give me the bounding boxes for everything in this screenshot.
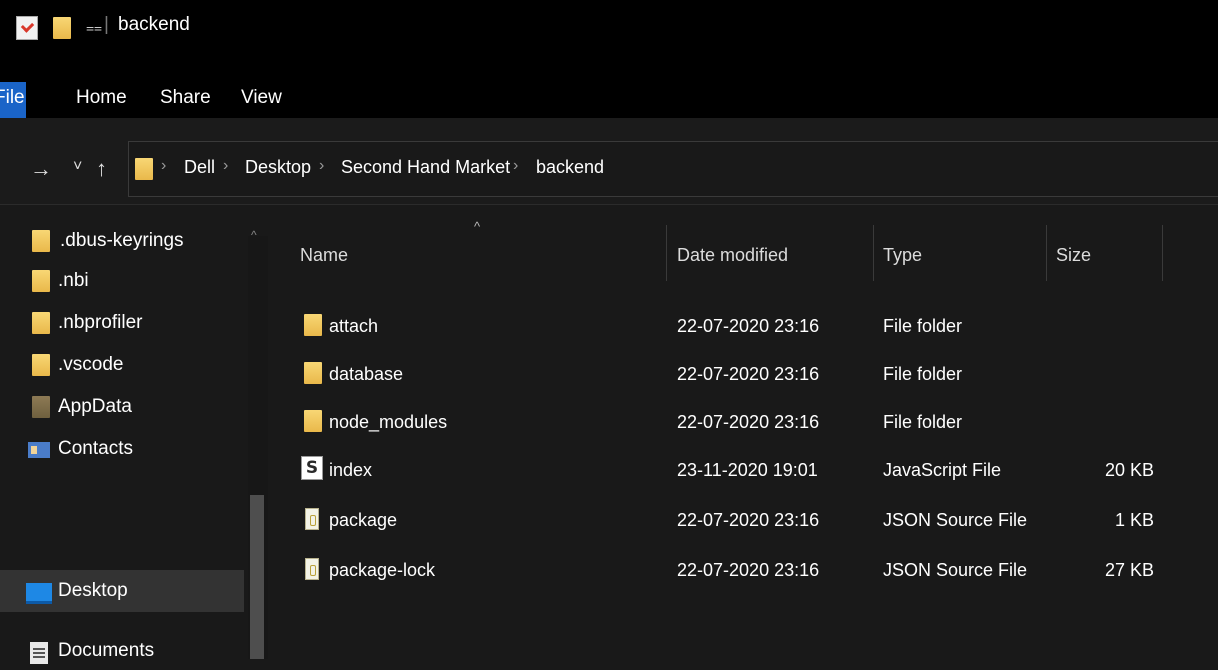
folder-dark-icon <box>32 396 50 418</box>
json-file-icon <box>305 558 319 580</box>
file-size: 20 KB <box>1104 460 1154 480</box>
breadcrumb-separator: › <box>319 157 325 174</box>
file-name: node_modules <box>329 412 448 432</box>
folder-icon <box>32 230 50 252</box>
title-bar: ⩵ | backend <box>0 0 1218 82</box>
breadcrumb-separator: › <box>513 157 519 174</box>
breadcrumb-second-hand-market[interactable]: Second Hand Market <box>341 157 510 178</box>
table-row[interactable]: package 22-07-2020 23:16 JSON Source Fil… <box>272 501 1218 541</box>
sidebar-item-label: .nbprofiler <box>58 312 143 333</box>
folder-icon <box>304 314 322 336</box>
address-folder-icon <box>135 158 153 180</box>
breadcrumb-desktop[interactable]: Desktop <box>245 157 311 178</box>
scroll-up-arrow-icon[interactable]: ^ <box>251 228 257 242</box>
folder-icon <box>32 312 50 334</box>
tab-view-label: View <box>241 87 282 108</box>
desktop-icon <box>26 583 52 604</box>
file-date: 23-11-2020 19:01 <box>677 460 818 480</box>
column-divider[interactable] <box>873 225 874 281</box>
table-row[interactable]: database 22-07-2020 23:16 File folder <box>272 355 1218 395</box>
file-name: database <box>329 364 404 384</box>
sidebar-item-contacts[interactable]: Contacts <box>0 428 244 468</box>
js-file-icon: S <box>301 456 323 480</box>
file-name: package-lock <box>329 560 436 580</box>
window-title: backend <box>118 14 190 35</box>
file-type: JavaScript File <box>883 460 1002 480</box>
forward-arrow-icon[interactable]: → <box>30 156 52 182</box>
folder-icon <box>32 354 50 376</box>
column-divider[interactable] <box>666 225 667 281</box>
column-header-type[interactable]: Type <box>883 245 922 266</box>
sidebar-item-label: Contacts <box>58 438 133 459</box>
file-date: 22-07-2020 23:16 <box>677 560 820 580</box>
file-type: File folder <box>883 412 963 432</box>
tab-home-label: Home <box>76 87 127 108</box>
new-folder-icon[interactable] <box>53 17 71 39</box>
file-date: 22-07-2020 23:16 <box>677 364 820 384</box>
breadcrumb-dell[interactable]: Dell <box>184 157 215 178</box>
documents-icon <box>30 642 48 664</box>
tab-file[interactable]: File <box>0 82 26 118</box>
sidebar-item-label: .vscode <box>58 354 124 375</box>
sidebar-item-label: .dbus-keyrings <box>60 230 184 251</box>
sidebar-item-dbus-keyrings[interactable]: .dbus-keyrings <box>0 220 244 260</box>
up-arrow-icon[interactable]: ↑ <box>96 156 107 182</box>
column-divider[interactable] <box>1162 225 1163 281</box>
file-size: 1 KB <box>1114 510 1154 530</box>
file-size: 27 KB <box>1104 560 1154 580</box>
sidebar-item-desktop-row[interactable]: Desktop <box>0 570 244 612</box>
file-list: ^ Name Date modified Type Size attach 22… <box>272 205 1218 659</box>
tab-share[interactable]: Share <box>160 82 211 118</box>
file-date: 22-07-2020 23:16 <box>677 412 820 432</box>
sidebar-item-label: Desktop <box>58 580 128 601</box>
sidebar-item-vscode[interactable]: .vscode <box>0 344 244 384</box>
file-type: JSON Source File <box>883 510 1028 530</box>
address-bar[interactable]: › Dell › Desktop › Second Hand Market › … <box>128 141 1218 197</box>
tab-home[interactable]: Home <box>76 82 127 118</box>
column-header-date[interactable]: Date modified <box>677 245 788 266</box>
column-header-size[interactable]: Size <box>1056 245 1091 266</box>
sidebar-item-label: .nbi <box>58 270 89 291</box>
tab-file-label: File <box>0 87 25 108</box>
sidebar-item-appdata[interactable]: AppData <box>0 386 244 426</box>
qat-dropdown-icon[interactable]: ⩵ <box>86 19 102 36</box>
table-row[interactable]: attach 22-07-2020 23:16 File folder <box>272 307 1218 347</box>
sidebar-item-documents-row[interactable]: Documents <box>0 630 244 670</box>
folder-icon <box>304 410 322 432</box>
folder-icon <box>32 270 50 292</box>
file-name: package <box>329 510 398 530</box>
breadcrumb-separator: › <box>161 157 167 174</box>
file-date: 22-07-2020 23:16 <box>677 510 820 530</box>
folder-icon <box>304 362 322 384</box>
sort-ascending-icon: ^ <box>474 219 481 234</box>
table-row[interactable]: node_modules 22-07-2020 23:16 File folde… <box>272 403 1218 443</box>
file-date: 22-07-2020 23:16 <box>677 316 820 336</box>
breadcrumb-backend[interactable]: backend <box>536 157 604 178</box>
column-header-name[interactable]: Name <box>300 245 348 266</box>
file-type: File folder <box>883 364 963 384</box>
breadcrumb-separator: › <box>223 157 229 174</box>
tab-view[interactable]: View <box>241 82 282 118</box>
sidebar-item-label: AppData <box>58 396 132 417</box>
ribbon-tabs: File Home Share View <box>0 82 1218 118</box>
sidebar-item-nbi[interactable]: .nbi <box>0 260 244 300</box>
table-row[interactable]: package-lock 22-07-2020 23:16 JSON Sourc… <box>272 551 1218 591</box>
file-name: attach <box>329 316 379 336</box>
sidebar-item-nbprofiler[interactable]: .nbprofiler <box>0 302 244 342</box>
navigation-bar: → ˅ ↑ › Dell › Desktop › Second Hand Mar… <box>0 118 1218 205</box>
json-file-icon <box>305 508 319 530</box>
sidebar-scrollbar-thumb-onscreen[interactable] <box>250 495 264 659</box>
properties-icon[interactable] <box>16 16 38 40</box>
file-type: File folder <box>883 316 963 336</box>
file-type: JSON Source File <box>883 560 1028 580</box>
table-row[interactable]: S index 23-11-2020 19:01 JavaScript File… <box>272 451 1218 491</box>
column-divider[interactable] <box>1046 225 1047 281</box>
recent-locations-chevron-icon[interactable]: ˅ <box>73 158 82 176</box>
contacts-icon <box>28 442 50 458</box>
tab-share-label: Share <box>160 87 211 108</box>
qat-separator: | <box>104 14 109 35</box>
file-name: index <box>329 460 373 480</box>
